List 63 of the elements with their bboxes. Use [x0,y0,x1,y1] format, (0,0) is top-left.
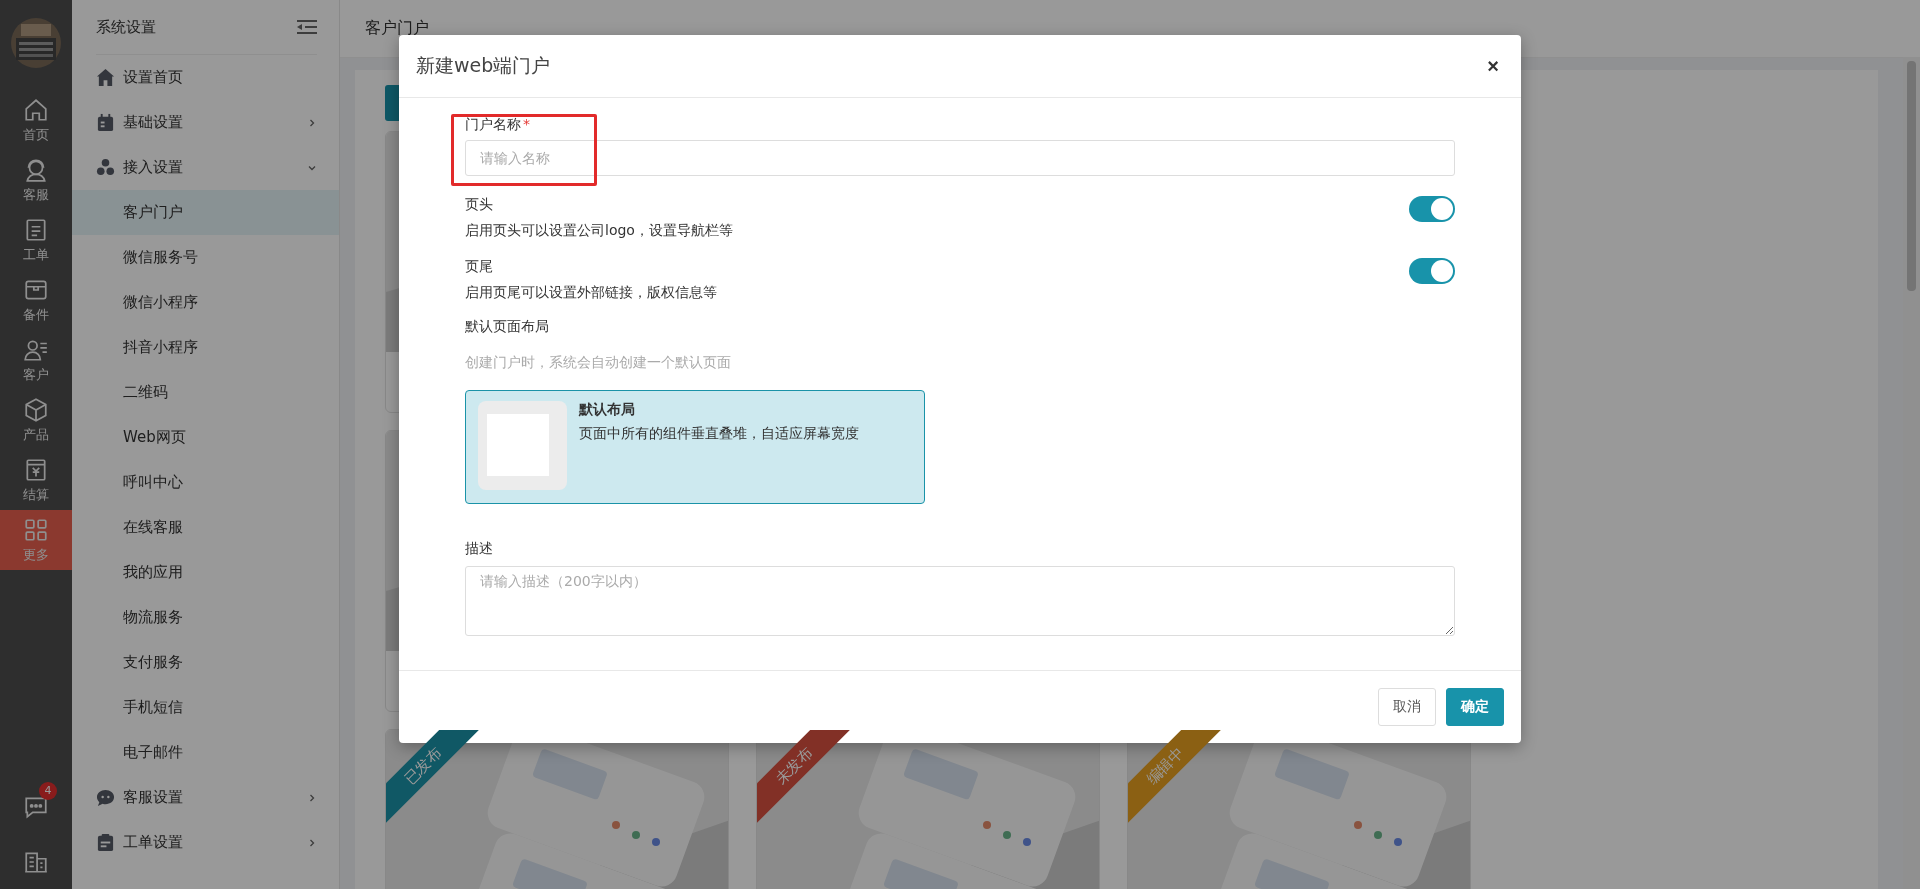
nav-item[interactable]: 首页 [0,90,72,150]
calendar-icon [96,113,115,132]
field-label: 门户名称 [465,116,521,132]
layout-title: 默认布局 [579,401,636,419]
sidebar-subitem[interactable]: Web网页 [72,415,339,460]
nav-item[interactable]: 客服 [0,150,72,210]
sidebar-subitem[interactable]: 手机短信 [72,685,339,730]
sidebar-title: 系统设置 [96,17,156,37]
layout-description: 页面中所有的组件垂直叠堆，自适应屏幕宽度 [579,425,859,443]
chat-icon[interactable] [23,794,49,820]
sidebar-subitem[interactable]: 微信小程序 [72,280,339,325]
sidebar-subitem[interactable]: 电子邮件 [72,730,339,775]
required-mark: * [523,116,530,132]
sidebar-subitem[interactable]: 呼叫中心 [72,460,339,505]
toggle-switch[interactable] [1409,258,1455,284]
description-textarea[interactable]: 请输入描述（200字以内） [465,566,1455,636]
toggle-description: 启用页头可以设置公司logo，设置导航栏等 [465,222,733,240]
sidebar-subitem[interactable]: 微信服务号 [72,235,339,280]
nav-item[interactable]: 备件 [0,270,72,330]
grid-icon [23,516,49,543]
sidebar-item[interactable]: 接入设置 [96,145,317,190]
sidebar-item[interactable]: 工单设置 [96,820,317,865]
nav-item[interactable]: 工单 [0,210,72,270]
toggle-description: 启用页尾可以设置外部链接，版权信息等 [465,284,717,302]
sidebar-subitem[interactable]: 客户门户 [72,190,339,235]
scrollbar-thumb[interactable] [1907,61,1916,291]
layout-option[interactable]: 默认布局 页面中所有的组件垂直叠堆，自适应屏幕宽度 [465,390,925,504]
clipboard-icon [96,833,115,852]
dialog-title: 新建web端门户 [416,53,551,78]
section-label: 默认页面布局 [465,318,550,336]
name-input[interactable]: 请输入名称 [465,140,1455,176]
house-icon [96,68,115,87]
page-title: 客户门户 [365,18,429,39]
sidebar-subitem[interactable]: 抖音小程序 [72,325,339,370]
headset-icon [23,156,49,183]
sidebar-subitem[interactable]: 我的应用 [72,550,339,595]
dots-icon [96,158,115,177]
sidebar-subitem[interactable]: 在线客服 [72,505,339,550]
toggle-label: 页尾 [465,258,494,276]
collapse-icon[interactable] [297,20,317,34]
toggle-switch[interactable] [1409,196,1455,222]
sidebar-item[interactable]: 基础设置 [96,100,317,145]
sidebar-item[interactable]: 客服设置 [96,775,317,820]
field-label: 描述 [465,540,494,558]
cancel-button[interactable]: 取消 [1378,688,1436,726]
hint-text: 创建门户时，系统会自动创建一个默认页面 [465,354,732,372]
nav-item[interactable]: 客户 [0,330,72,390]
nav-item[interactable]: 结算 [0,450,72,510]
close-button[interactable]: × [1483,54,1503,78]
layout-thumbnail-icon [478,401,567,490]
chat-icon [96,788,115,807]
confirm-button[interactable]: 确定 [1446,688,1504,726]
cube-icon [23,396,49,423]
sidebar-subitem[interactable]: 二维码 [72,370,339,415]
sidebar-subitem[interactable]: 物流服务 [72,595,339,640]
nav-item[interactable]: 产品 [0,390,72,450]
sidebar-subitem[interactable]: 支付服务 [72,640,339,685]
clipboard-icon [23,216,49,243]
sidebar-item[interactable]: 设置首页 [96,55,317,100]
building-icon[interactable] [23,849,49,875]
notification-badge: 4 [39,782,57,800]
bill-icon [23,456,49,483]
toggle-label: 页头 [465,196,494,214]
